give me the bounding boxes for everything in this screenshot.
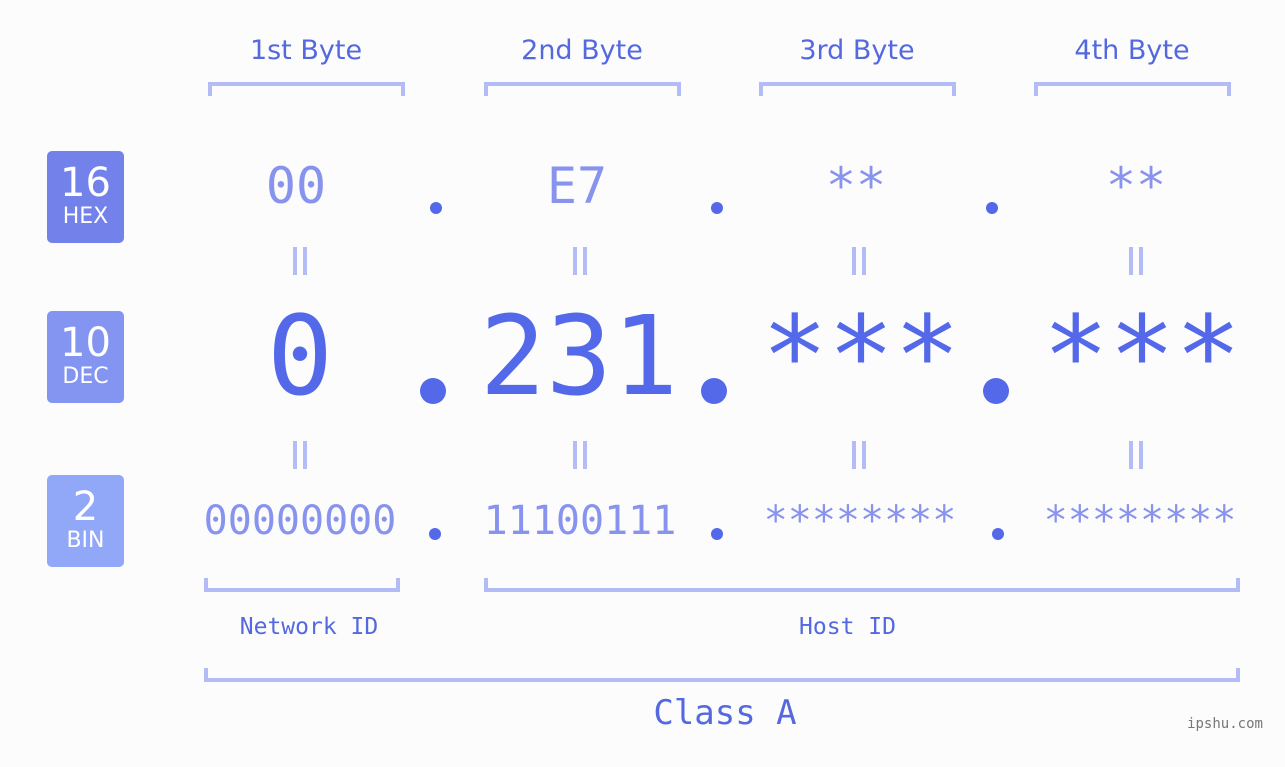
hex-separator-dot	[986, 202, 998, 214]
dec-separator-dot	[420, 378, 446, 404]
equals-icon	[1126, 247, 1146, 277]
byte-bracket-2	[484, 82, 681, 96]
equals-icon	[570, 247, 590, 277]
network-id-label: Network ID	[239, 614, 379, 640]
class-bracket	[204, 668, 1240, 682]
hex-separator-dot	[711, 202, 723, 214]
hex-byte-1: 00	[265, 157, 327, 215]
bin-badge: 2 BIN	[47, 475, 124, 567]
class-label: Class A	[653, 693, 797, 733]
byte-bracket-4	[1034, 82, 1231, 96]
byte-bracket-1	[208, 82, 405, 96]
dec-byte-2: 231	[479, 292, 679, 420]
bin-separator-dot	[992, 528, 1004, 540]
network-id-bracket	[204, 578, 400, 592]
hex-badge: 16 HEX	[47, 151, 124, 243]
bin-separator-dot	[711, 528, 723, 540]
dec-badge-label: DEC	[62, 364, 109, 389]
bin-byte-2: 11100111	[483, 498, 677, 544]
bin-byte-1: 00000000	[203, 498, 397, 544]
dec-byte-1: 0	[266, 292, 334, 420]
dec-badge-number: 10	[60, 320, 111, 366]
dec-byte-3: ***	[761, 292, 961, 420]
hex-byte-2: E7	[546, 157, 608, 215]
byte-bracket-3	[759, 82, 956, 96]
hex-badge-number: 16	[60, 160, 111, 206]
host-id-label: Host ID	[799, 614, 896, 640]
bin-badge-label: BIN	[66, 528, 105, 553]
bin-byte-3: ********	[763, 498, 957, 544]
equals-icon	[849, 247, 869, 277]
dec-separator-dot	[701, 378, 727, 404]
byte-header-2: 2nd Byte	[521, 35, 643, 66]
byte-header-1: 1st Byte	[249, 35, 363, 66]
byte-header-4: 4th Byte	[1074, 35, 1190, 66]
watermark: ipshu.com	[1187, 716, 1263, 732]
hex-byte-3: **	[825, 157, 887, 215]
hex-byte-4: **	[1105, 157, 1167, 215]
bin-badge-number: 2	[72, 484, 99, 530]
bin-byte-4: ********	[1043, 498, 1237, 544]
equals-icon	[290, 247, 310, 277]
equals-icon	[570, 441, 590, 471]
hex-badge-label: HEX	[62, 204, 109, 229]
equals-icon	[849, 441, 869, 471]
dec-badge: 10 DEC	[47, 311, 124, 403]
hex-separator-dot	[430, 202, 442, 214]
dec-byte-4: ***	[1042, 292, 1242, 420]
host-id-bracket	[484, 578, 1240, 592]
equals-icon	[1126, 441, 1146, 471]
equals-icon	[290, 441, 310, 471]
bin-separator-dot	[429, 528, 441, 540]
byte-header-3: 3rd Byte	[799, 35, 915, 66]
dec-separator-dot	[983, 378, 1009, 404]
